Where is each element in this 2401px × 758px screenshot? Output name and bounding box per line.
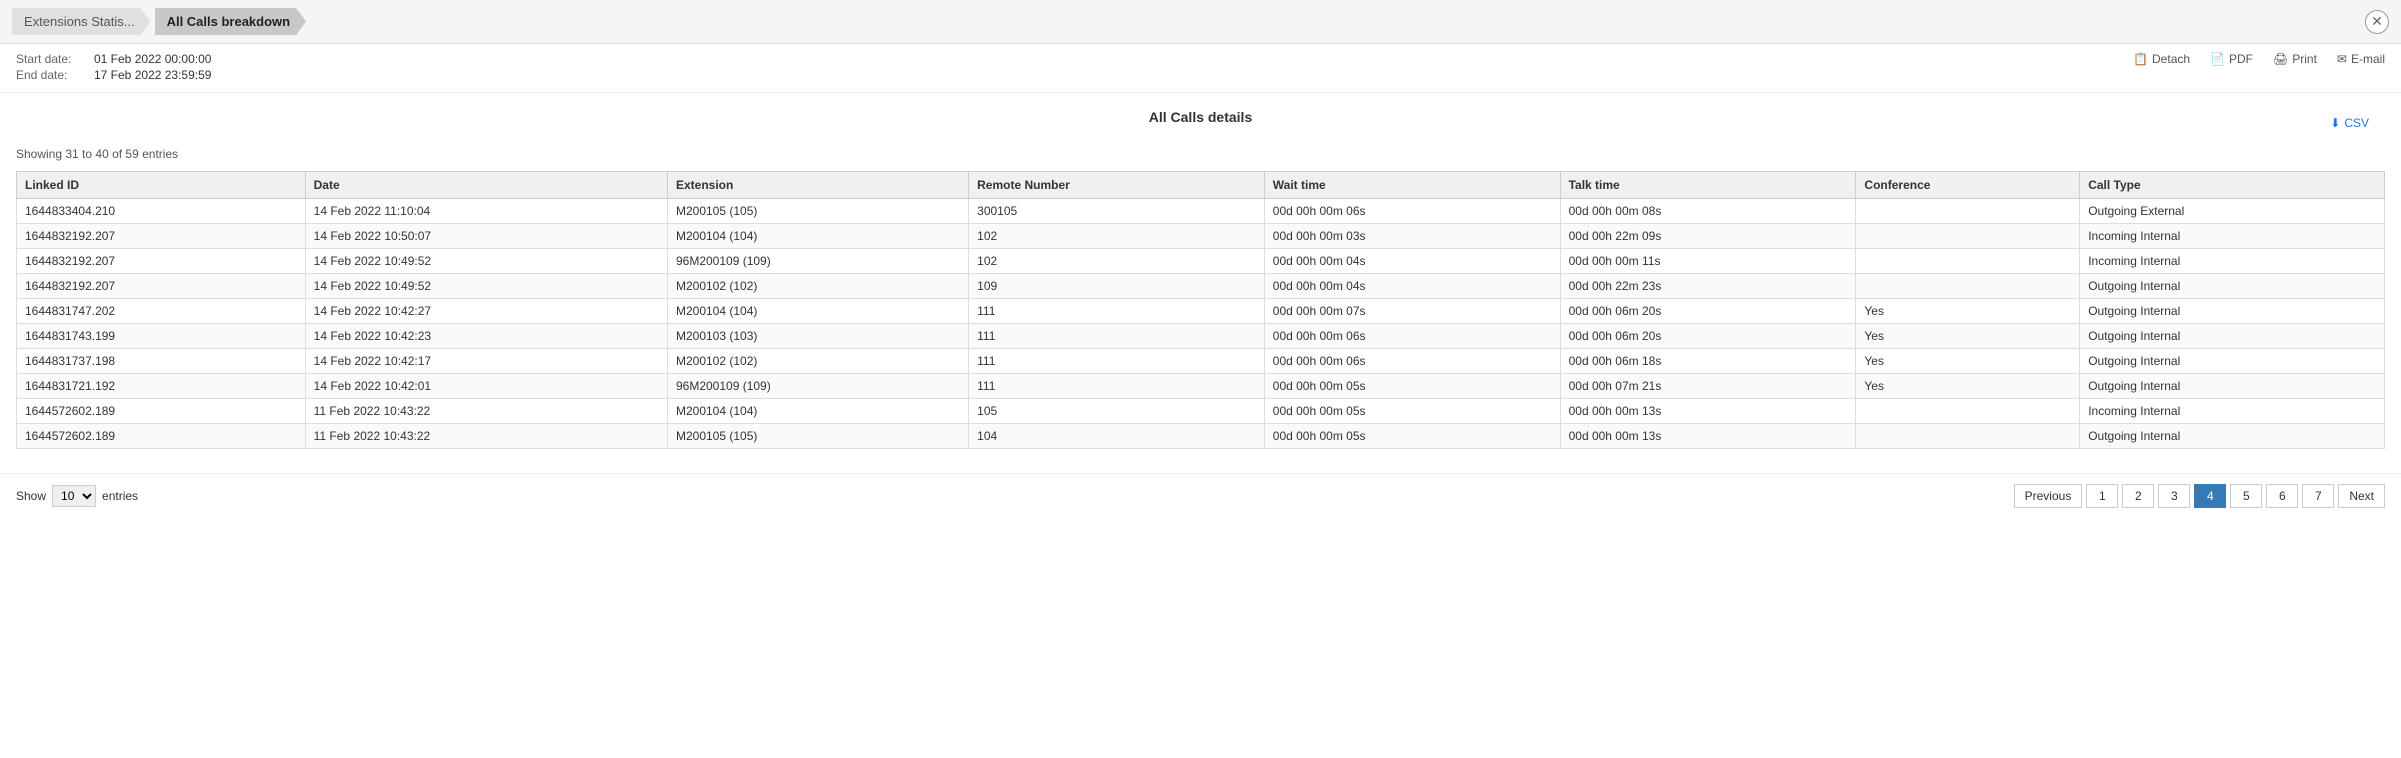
col-linked-id: Linked ID xyxy=(17,172,306,199)
table-row: 1644831743.19914 Feb 2022 10:42:23M20010… xyxy=(17,324,2385,349)
email-button[interactable]: ✉ E-mail xyxy=(2337,52,2385,66)
csv-icon: ⬇ xyxy=(2330,116,2340,130)
date-range: Start date: 01 Feb 2022 00:00:00 End dat… xyxy=(16,52,2133,84)
print-icon: 🖨 xyxy=(2273,52,2288,66)
col-extension: Extension xyxy=(667,172,968,199)
show-label: Show xyxy=(16,489,46,503)
table-row: 1644832192.20714 Feb 2022 10:49:5296M200… xyxy=(17,249,2385,274)
table-header-row: Linked ID Date Extension Remote Number W… xyxy=(17,172,2385,199)
table-row: 1644831721.19214 Feb 2022 10:42:0196M200… xyxy=(17,374,2385,399)
detach-icon: 📋 xyxy=(2133,52,2148,66)
csv-button[interactable]: ⬇ CSV xyxy=(2330,116,2369,130)
print-button[interactable]: 🖨 Print xyxy=(2273,52,2317,66)
col-date: Date xyxy=(305,172,667,199)
title-row: All Calls details ⬇ CSV xyxy=(16,109,2385,137)
col-conference: Conference xyxy=(1856,172,2080,199)
end-date-label: End date: xyxy=(16,68,86,82)
header-bar: Extensions Statis... All Calls breakdown… xyxy=(0,0,2401,44)
page-button-2[interactable]: 2 xyxy=(2122,484,2154,508)
table-row: 1644832192.20714 Feb 2022 10:50:07M20010… xyxy=(17,224,2385,249)
pdf-label: PDF xyxy=(2229,52,2253,66)
close-button[interactable]: ✕ xyxy=(2365,10,2389,34)
table-row: 1644832192.20714 Feb 2022 10:49:52M20010… xyxy=(17,274,2385,299)
page-button-1[interactable]: 1 xyxy=(2086,484,2118,508)
email-label: E-mail xyxy=(2351,52,2385,66)
end-date-value: 17 Feb 2022 23:59:59 xyxy=(94,68,211,82)
print-label: Print xyxy=(2292,52,2317,66)
start-date-value: 01 Feb 2022 00:00:00 xyxy=(94,52,211,66)
footer-bar: Show 10 25 50 entries Previous1234567Nex… xyxy=(0,473,2401,518)
calls-table: Linked ID Date Extension Remote Number W… xyxy=(16,171,2385,449)
email-icon: ✉ xyxy=(2337,52,2347,66)
start-date-label: Start date: xyxy=(16,52,86,66)
entries-info: Showing 31 to 40 of 59 entries xyxy=(16,147,2385,161)
entries-label: entries xyxy=(102,489,138,503)
detach-button[interactable]: 📋 Detach xyxy=(2133,52,2190,66)
page-button-6[interactable]: 6 xyxy=(2266,484,2298,508)
col-remote-number: Remote Number xyxy=(969,172,1265,199)
pdf-icon: 📄 xyxy=(2210,52,2225,66)
page-button-7[interactable]: 7 xyxy=(2302,484,2334,508)
breadcrumb-extensions[interactable]: Extensions Statis... xyxy=(12,8,151,35)
table-row: 1644831747.20214 Feb 2022 10:42:27M20010… xyxy=(17,299,2385,324)
page-button-5[interactable]: 5 xyxy=(2230,484,2262,508)
pagination: Previous1234567Next xyxy=(2014,484,2385,508)
pdf-button[interactable]: 📄 PDF xyxy=(2210,52,2253,66)
table-row: 1644831737.19814 Feb 2022 10:42:17M20010… xyxy=(17,349,2385,374)
col-wait-time: Wait time xyxy=(1264,172,1560,199)
page-button-4[interactable]: 4 xyxy=(2194,484,2226,508)
previous-button[interactable]: Previous xyxy=(2014,484,2083,508)
col-call-type: Call Type xyxy=(2080,172,2385,199)
meta-bar: Start date: 01 Feb 2022 00:00:00 End dat… xyxy=(0,44,2401,93)
next-button[interactable]: Next xyxy=(2338,484,2385,508)
table-row: 1644833404.21014 Feb 2022 11:10:04M20010… xyxy=(17,199,2385,224)
show-entries: Show 10 25 50 entries xyxy=(16,485,138,507)
col-talk-time: Talk time xyxy=(1560,172,1856,199)
csv-label: CSV xyxy=(2344,116,2369,130)
action-buttons: 📋 Detach 📄 PDF 🖨 Print ✉ E-mail xyxy=(2133,52,2385,66)
content-area: All Calls details ⬇ CSV Showing 31 to 40… xyxy=(0,93,2401,465)
section-title: All Calls details xyxy=(1149,109,1252,125)
table-row: 1644572602.18911 Feb 2022 10:43:22M20010… xyxy=(17,399,2385,424)
page-button-3[interactable]: 3 xyxy=(2158,484,2190,508)
entries-select[interactable]: 10 25 50 xyxy=(52,485,96,507)
detach-label: Detach xyxy=(2152,52,2190,66)
breadcrumb-all-calls[interactable]: All Calls breakdown xyxy=(155,8,307,35)
table-body: 1644833404.21014 Feb 2022 11:10:04M20010… xyxy=(17,199,2385,449)
table-row: 1644572602.18911 Feb 2022 10:43:22M20010… xyxy=(17,424,2385,449)
